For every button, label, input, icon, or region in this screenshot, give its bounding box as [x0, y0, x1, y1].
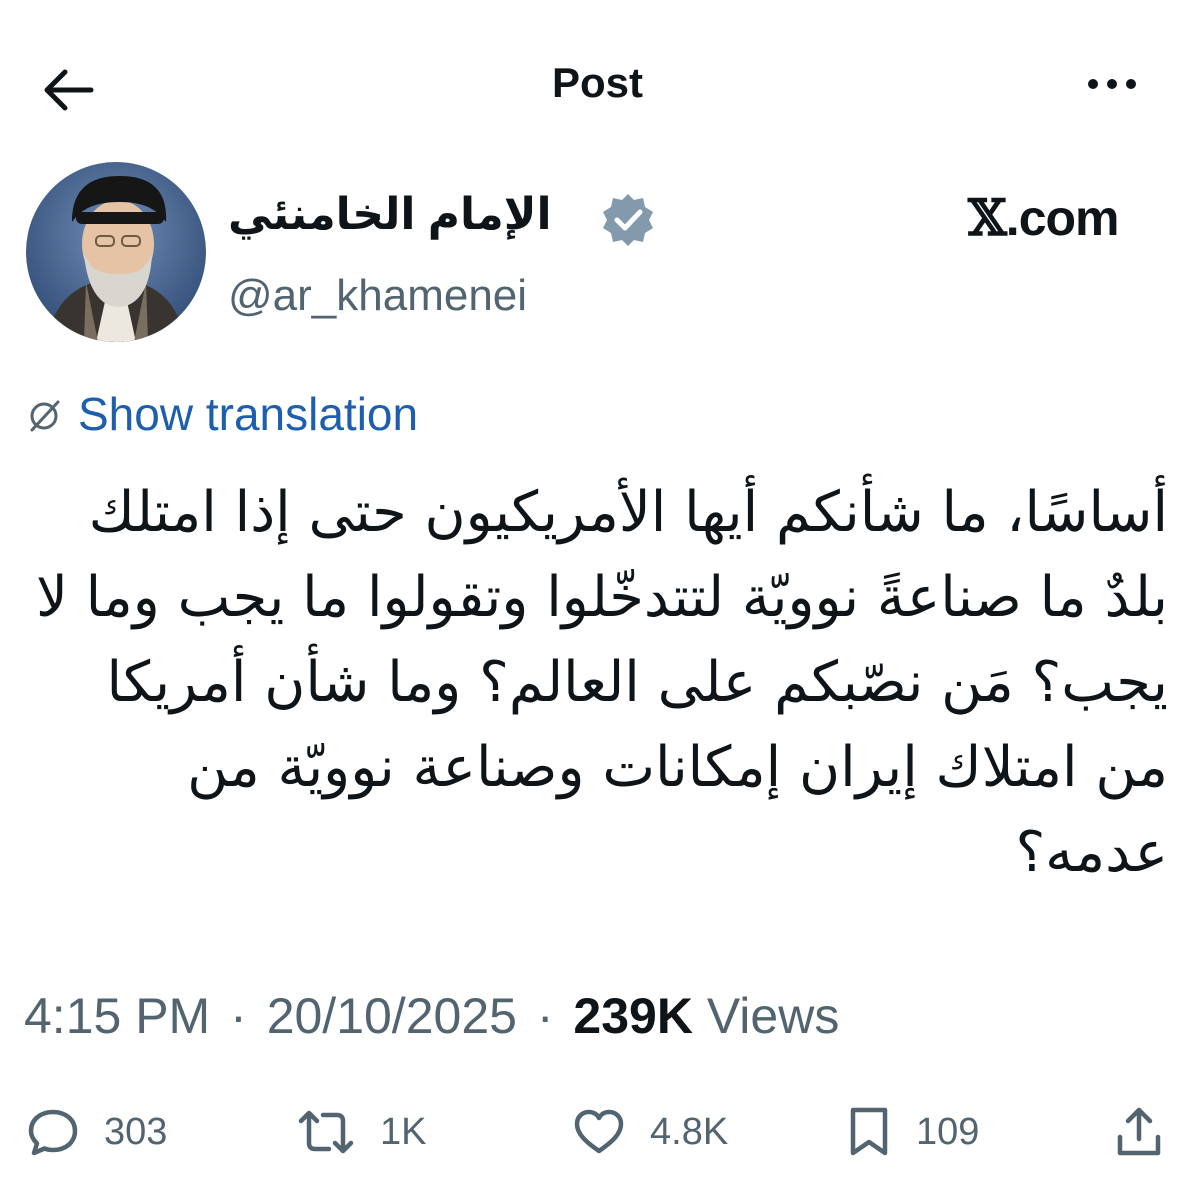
- share-icon: [1117, 1107, 1161, 1156]
- tweet-time[interactable]: 4:15 PM: [24, 988, 210, 1044]
- meta-separator: ·: [230, 988, 247, 1044]
- tweet-date[interactable]: 20/10/2025: [267, 988, 517, 1044]
- avatar[interactable]: [26, 162, 206, 342]
- repost-button[interactable]: 1K: [296, 1100, 426, 1164]
- x-logo: 𝕏: [968, 188, 1007, 247]
- like-count: 4.8K: [650, 1111, 729, 1153]
- reply-count: 303: [104, 1111, 168, 1153]
- page-title: Post: [551, 59, 643, 106]
- like-button[interactable]: 4.8K: [572, 1100, 728, 1164]
- share-button[interactable]: [1112, 1100, 1166, 1164]
- globe-slash-icon: [30, 400, 60, 432]
- more-options-button[interactable]: [1072, 64, 1152, 104]
- show-translation-link[interactable]: Show translation: [24, 383, 418, 445]
- verified-badge-icon: [603, 194, 653, 246]
- reply-button[interactable]: 303: [26, 1100, 167, 1164]
- bookmark-button[interactable]: 109: [846, 1100, 979, 1164]
- x-com-watermark: 𝕏.com: [968, 188, 1120, 247]
- author-handle[interactable]: @ar_khamenei: [228, 268, 527, 324]
- watermark-domain: .com: [1005, 190, 1120, 246]
- bookmark-count: 109: [916, 1111, 980, 1153]
- views-count: 239K: [573, 988, 693, 1044]
- author-display-name[interactable]: الإمام الخامنئي: [228, 183, 552, 247]
- more-dot: [1107, 79, 1117, 89]
- avatar-image: [26, 162, 206, 342]
- bookmark-icon: [850, 1107, 888, 1156]
- meta-separator: ·: [536, 988, 554, 1044]
- more-horizontal-icon: [1088, 79, 1098, 89]
- repost-count: 1K: [380, 1111, 427, 1153]
- more-dot: [1126, 79, 1136, 89]
- views-label: Views: [706, 988, 840, 1044]
- reply-icon: [28, 1109, 78, 1156]
- heart-icon: [574, 1109, 624, 1154]
- tweet-metadata: 4:15 PM · 20/10/2025 · 239K Views: [24, 986, 839, 1046]
- action-bar: 303 1K 4.8K 109: [0, 1100, 1195, 1164]
- tweet-text: أساسًا، ما شأنكم أيها الأمريكيون حتى إذا…: [35, 480, 1168, 885]
- repost-icon: [298, 1110, 354, 1154]
- show-translation-label: Show translation: [78, 388, 419, 440]
